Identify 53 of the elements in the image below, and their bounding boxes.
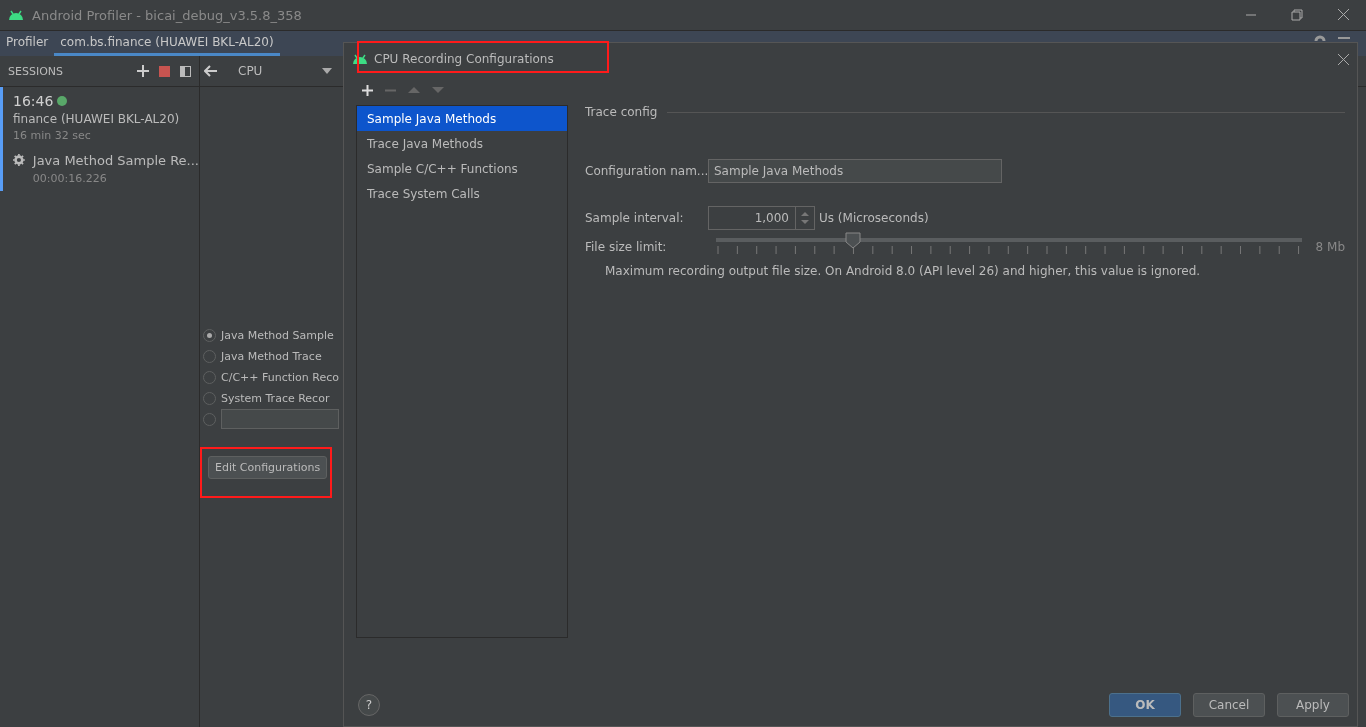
add-icon[interactable] bbox=[137, 65, 149, 77]
recording-time: 00:00:16.226 bbox=[32, 172, 108, 185]
dialog-button[interactable]: Apply bbox=[1277, 693, 1349, 717]
move-down-icon[interactable] bbox=[432, 87, 444, 93]
window-title: Android Profiler - bicai_debug_v3.5.8_358 bbox=[32, 7, 302, 23]
option-label: Java Method Sample bbox=[221, 328, 334, 342]
field-label: File size limit: bbox=[585, 240, 668, 254]
sessions-header: SESSIONS bbox=[8, 64, 63, 78]
slider-thumb[interactable] bbox=[845, 232, 862, 249]
android-icon bbox=[8, 9, 24, 21]
minimize-icon[interactable] bbox=[1338, 36, 1350, 40]
radio-button[interactable] bbox=[203, 412, 216, 426]
session-item[interactable]: 16:46 finance (HUAWEI BKL-AL20) 16 min 32 sec Java Method Sample Re... 00:00:16.226 bbox=[0, 87, 199, 191]
option-label: Java Method Trace bbox=[221, 349, 322, 363]
dialog-title: CPU Recording Configurations bbox=[374, 52, 554, 66]
unit-label: Us (Microseconds) bbox=[819, 211, 929, 225]
session-time: 16:46 bbox=[13, 93, 54, 109]
back-arrow-icon[interactable] bbox=[204, 65, 218, 77]
section-title: Trace config bbox=[585, 105, 658, 119]
name-field[interactable]: Sample Java Methods bbox=[708, 159, 1002, 183]
edit-configurations-button[interactable]: Edit Configurations bbox=[208, 456, 328, 479]
field-label: Configuration nam... bbox=[585, 164, 708, 178]
dialog-button[interactable]: Cancel bbox=[1193, 693, 1265, 717]
size-note: Maximum recording output file size. On Android 8.0 (API level 26) and higher, this value is ignored. bbox=[604, 264, 1202, 278]
field-label: Sample interval: bbox=[585, 211, 685, 225]
recording-label: Java Method Sample Re... bbox=[32, 153, 199, 168]
configuration-item[interactable]: Trace Java Methods bbox=[357, 131, 567, 156]
close-icon[interactable] bbox=[1338, 53, 1349, 65]
radio-button[interactable] bbox=[203, 349, 216, 363]
radio-button[interactable] bbox=[203, 370, 216, 384]
profiler-dropdown[interactable]: CPU bbox=[232, 63, 339, 79]
stop-icon[interactable] bbox=[159, 65, 170, 77]
input-field[interactable] bbox=[221, 409, 339, 429]
radio-button[interactable] bbox=[203, 391, 216, 405]
configuration-item[interactable]: Sample C/C++ Functions bbox=[357, 156, 567, 181]
option-label: System Trace Recor bbox=[221, 391, 330, 405]
move-up-icon[interactable] bbox=[408, 87, 420, 93]
tab[interactable]: Profiler bbox=[0, 31, 55, 56]
option-label: C/C++ Function Reco bbox=[221, 370, 339, 384]
add-icon[interactable] bbox=[362, 84, 373, 96]
tab[interactable]: com.bs.finance (HUAWEI BKL-AL20) bbox=[54, 31, 280, 56]
interval-spinner[interactable]: 1,000 bbox=[708, 206, 815, 230]
panel-icon[interactable] bbox=[180, 65, 191, 77]
dialog-button[interactable]: OK bbox=[1109, 693, 1181, 717]
size-reading: 8 Mb bbox=[1315, 240, 1345, 254]
session-name: finance (HUAWEI BKL-AL20) bbox=[13, 112, 181, 126]
android-icon bbox=[352, 53, 368, 65]
help-button[interactable]: ? bbox=[358, 694, 380, 716]
configuration-item[interactable]: Trace System Calls bbox=[357, 181, 567, 206]
radio-button[interactable] bbox=[203, 328, 216, 342]
configuration-item[interactable]: Sample Java Methods bbox=[357, 106, 567, 131]
session-duration: 16 min 32 sec bbox=[13, 129, 92, 142]
caret-icon bbox=[322, 68, 333, 74]
